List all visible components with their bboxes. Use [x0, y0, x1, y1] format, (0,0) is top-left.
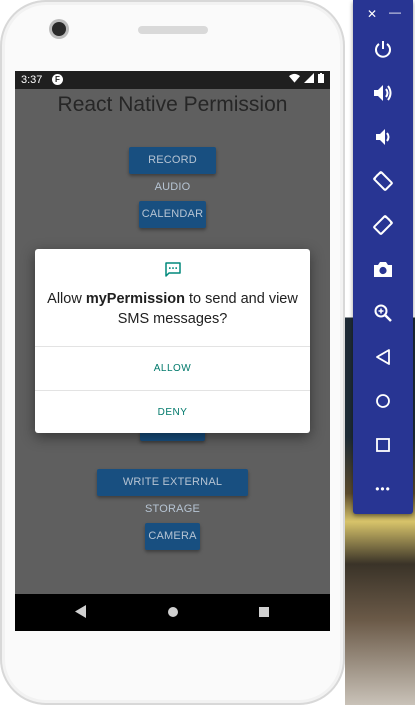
allow-button[interactable]: ALLOW	[35, 347, 310, 390]
battery-icon	[318, 73, 324, 83]
status-time: 3:37	[21, 74, 43, 86]
deny-button[interactable]: DENY	[35, 391, 310, 434]
zoom-icon[interactable]	[368, 298, 398, 328]
record-audio-button[interactable]: RECORD AUDIO	[129, 147, 216, 193]
camera-button[interactable]: CAMERA	[145, 523, 200, 550]
recent-apps-icon[interactable]	[259, 607, 269, 617]
dialog-app-name: myPermission	[85, 291, 185, 307]
volume-up-icon[interactable]	[368, 78, 398, 108]
notification-badge-icon: F	[52, 74, 63, 85]
rotate-right-icon[interactable]	[368, 210, 398, 240]
app-title: React Native Permission	[57, 93, 288, 116]
front-camera	[52, 22, 66, 36]
overview-icon[interactable]	[368, 430, 398, 460]
phone-screen: 3:37 F React Native Permission RECORD AU…	[15, 71, 330, 631]
signal-icon	[303, 73, 314, 83]
permission-dialog: Allow myPermission to send and view SMS …	[35, 249, 310, 433]
phone-frame: 3:37 F React Native Permission RECORD AU…	[0, 0, 345, 705]
android-nav-bar	[15, 594, 330, 631]
emulator-toolbar: ✕ — •••	[353, 0, 413, 514]
wifi-icon	[288, 73, 300, 83]
write-external-storage-button[interactable]: WRITE EXTERNAL STORAGE	[97, 469, 248, 515]
dialog-message: Allow myPermission to send and view SMS …	[47, 289, 298, 329]
dialog-message-prefix: Allow	[47, 291, 86, 307]
status-icons	[288, 73, 324, 86]
rotate-left-icon[interactable]	[368, 166, 398, 196]
toolbar-window-controls: ✕ —	[353, 0, 413, 30]
power-icon[interactable]	[368, 34, 398, 64]
earpiece-speaker	[138, 26, 208, 34]
sms-message-icon	[164, 262, 182, 278]
calendar-button[interactable]: CALENDAR	[139, 201, 206, 228]
screenshot-icon[interactable]	[368, 254, 398, 284]
home-icon[interactable]	[168, 607, 178, 617]
status-bar: 3:37 F	[15, 71, 330, 89]
minimize-icon[interactable]: —	[389, 5, 401, 19]
volume-down-icon[interactable]	[368, 122, 398, 152]
back-icon[interactable]	[368, 342, 398, 372]
close-icon[interactable]: ✕	[367, 7, 377, 21]
home-icon[interactable]	[368, 386, 398, 416]
back-icon[interactable]	[75, 605, 86, 618]
more-icon[interactable]: •••	[368, 474, 398, 504]
